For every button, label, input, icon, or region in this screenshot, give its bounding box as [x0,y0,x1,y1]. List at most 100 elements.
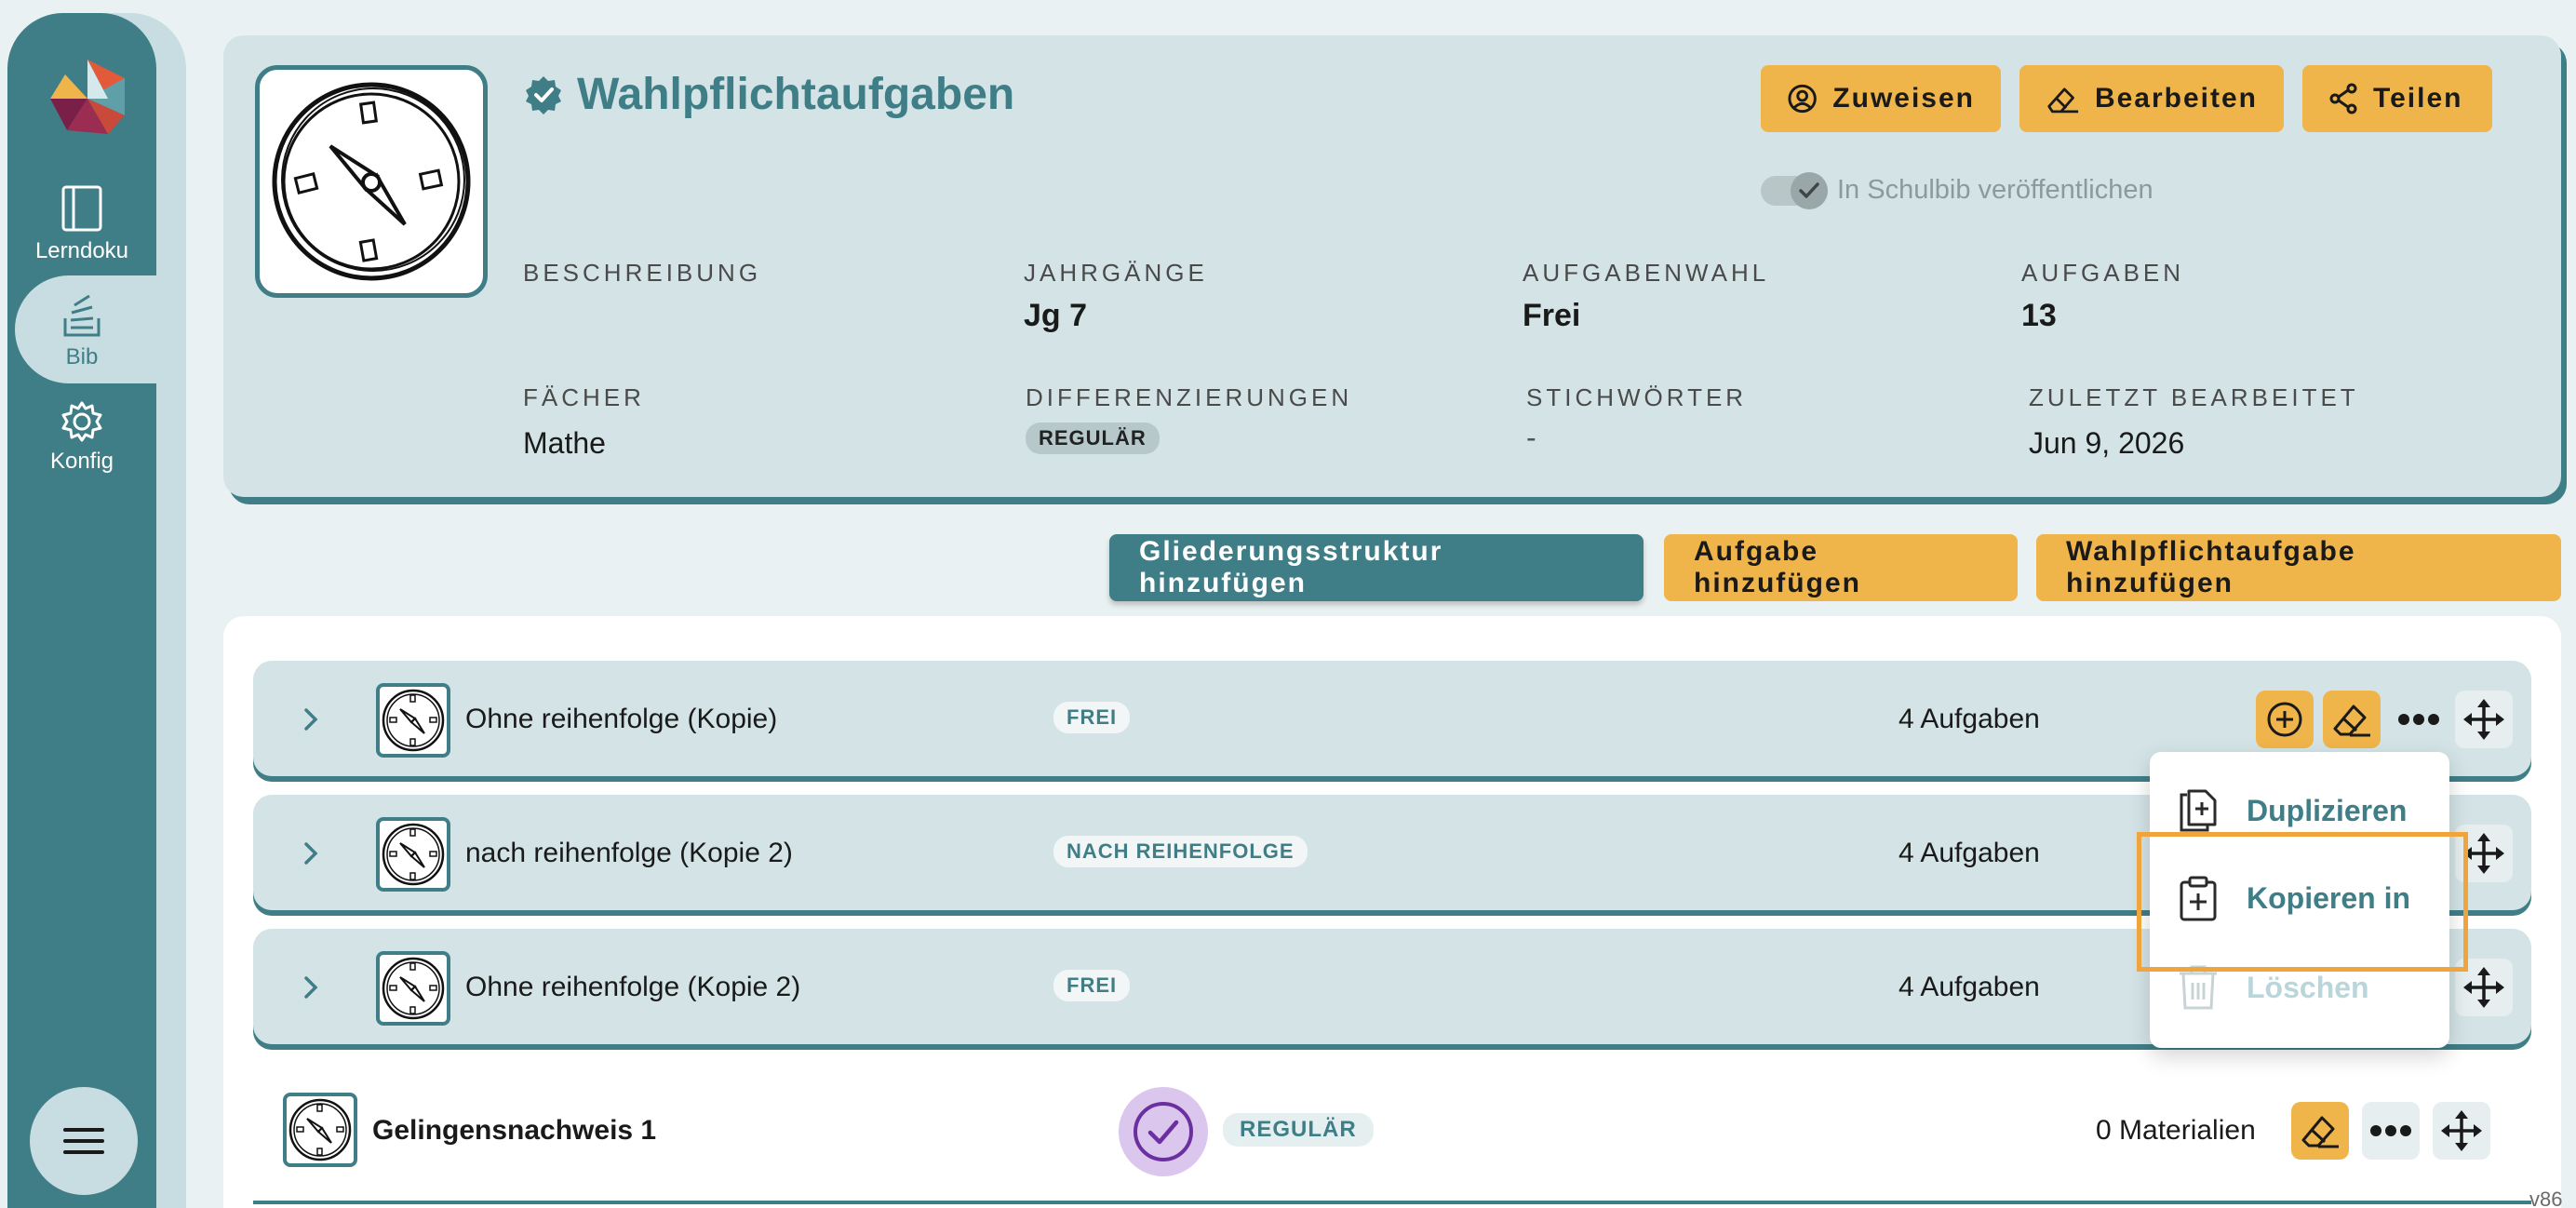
row-name: Ohne reihenfolge (Kopie 2) [465,972,801,1002]
sidebar-item-lerndoku[interactable]: Lerndoku [7,184,156,264]
row-type-badge: FREI [1053,702,1131,733]
user-circle-icon [1788,84,1817,114]
row-thumbnail [376,951,450,1026]
move-arrows-icon [2441,1110,2482,1151]
stichwoerter-value: - [1526,421,1536,454]
verified-badge-icon [526,75,561,114]
menu-item-duplicate[interactable]: Duplizieren [2178,787,2407,834]
sidebar-item-konfig[interactable]: Konfig [7,400,156,475]
menu-item-label: Duplizieren [2247,793,2408,827]
eraser-pencil-icon [2333,705,2370,737]
app-logo-icon [50,60,125,134]
aufgabenwahl-value: Frei [1523,298,1581,333]
row-thumbnail [376,683,450,758]
cover-image [255,65,488,298]
more-options-button[interactable] [2390,691,2448,748]
menu-item-label: Löschen [2247,970,2369,1004]
menu-item-label: Kopieren in [2247,880,2411,915]
assign-button-label: Zuweisen [1832,83,1975,114]
row-options-menu: Duplizieren Kopieren in Löschen [2150,752,2449,1048]
faecher-value: Mathe [523,426,606,460]
sidebar-item-label: Bib [65,344,99,369]
row-count: 4 Aufgaben [1898,838,2040,868]
row-type-badge: FREI [1053,970,1131,1001]
add-structure-button[interactable]: Gliederungsstruktur hinzufügen [1109,534,1644,601]
check-icon [1799,181,1819,198]
hamburger-icon [63,1128,104,1154]
trash-icon [2180,965,2217,1010]
compass-thumbnail-icon [382,689,445,752]
add-button[interactable] [2256,691,2314,748]
menu-item-delete[interactable]: Löschen [2178,964,2369,1011]
title-row: Wahlpflichtaufgaben [523,69,1014,120]
compass-thumbnail-icon [382,957,445,1020]
jahrgaenge-value: Jg 7 [1024,298,1088,333]
row-name: Ohne reihenfolge (Kopie) [465,704,778,734]
row-count: 4 Aufgaben [1898,972,2040,1002]
chevron-right-icon[interactable] [303,707,318,732]
add-elective-task-button[interactable]: Wahlpflichtaufgabe hinzufügen [2036,534,2561,601]
eraser-pencil-icon [2047,87,2079,114]
edit-row-button[interactable] [2291,1102,2349,1160]
row-name: nach reihenfolge (Kopie 2) [465,838,793,868]
edit-button-label: Bearbeiten [2094,83,2258,114]
move-arrows-icon [2463,699,2504,740]
row-thumbnail [283,1093,357,1167]
differenzierung-chip: REGULÄR [1026,423,1160,454]
header-card: Wahlpflichtaufgaben Zuweisen Bearbeiten … [223,35,2561,497]
edit-row-button[interactable] [2323,691,2381,748]
page-title: Wahlpflichtaufgaben [577,70,1015,119]
assign-button[interactable]: Zuweisen [1761,65,2001,132]
edit-button[interactable]: Bearbeiten [2019,65,2284,132]
row-divider [253,1201,2531,1204]
add-task-button[interactable]: Aufgabe hinzufügen [1664,534,2018,601]
menu-button[interactable] [30,1087,138,1195]
move-handle[interactable] [2455,959,2513,1016]
row-thumbnail [376,817,450,892]
move-arrows-icon [2463,833,2504,874]
more-dots-icon [2398,714,2439,725]
publish-toggle-label: In Schulbib veröffentlichen [1837,175,2153,205]
more-dots-icon [2370,1125,2411,1136]
aufgaben-value: 13 [2021,298,2057,333]
share-button[interactable]: Teilen [2302,65,2492,132]
move-arrows-icon [2463,967,2504,1008]
version-label: v86 [2529,1188,2563,1208]
aufgaben-label: AUFGABEN [2021,259,2185,287]
move-handle[interactable] [2455,691,2513,748]
gear-icon [61,401,102,442]
aufgabenwahl-label: AUFGABENWAHL [1523,259,1770,287]
row-count: 0 Materialien [2096,1115,2256,1146]
check-circle-icon [1134,1102,1193,1161]
toggle-switch[interactable] [1761,171,1828,209]
chevron-right-icon[interactable] [303,841,318,866]
duplicate-icon [2180,789,2217,832]
faecher-label: FÄCHER [523,383,645,411]
list-item[interactable]: Gelingensnachweis 1 REGULÄR 0 Materialie… [253,1076,2531,1191]
beschreibung-label: BESCHREIBUNG [523,259,762,287]
compass-thumbnail-icon [382,823,445,886]
clipboard-plus-icon [2180,876,2217,921]
toggle-knob [1791,171,1828,209]
stichwoerter-label: STICHWÖRTER [1526,383,1748,411]
move-handle[interactable] [2455,825,2513,882]
more-options-button[interactable] [2362,1102,2420,1160]
row-type-badge: NACH REIHENFOLGE [1053,836,1308,867]
book-icon [61,185,102,232]
sidebar-item-label: Konfig [49,449,114,474]
compass-illustration-icon [272,82,471,281]
zuletzt-bearbeitet-value: Jun 9, 2026 [2029,426,2185,460]
menu-item-copy-to[interactable]: Kopieren in [2178,875,2410,921]
eraser-pencil-icon [2301,1116,2339,1148]
verified-check-icon [1119,1087,1208,1176]
compass-thumbnail-icon [288,1098,352,1161]
move-handle[interactable] [2433,1102,2490,1160]
chevron-right-icon[interactable] [303,975,318,1000]
library-icon [63,294,101,337]
sidebar-item-bib[interactable]: Bib [7,290,156,370]
publish-toggle[interactable]: In Schulbib veröffentlichen [1761,171,2153,209]
row-count: 4 Aufgaben [1898,704,2040,734]
row-name: Gelingensnachweis 1 [372,1115,657,1146]
share-button-label: Teilen [2373,83,2463,114]
jahrgaenge-label: JAHRGÄNGE [1024,259,1208,287]
